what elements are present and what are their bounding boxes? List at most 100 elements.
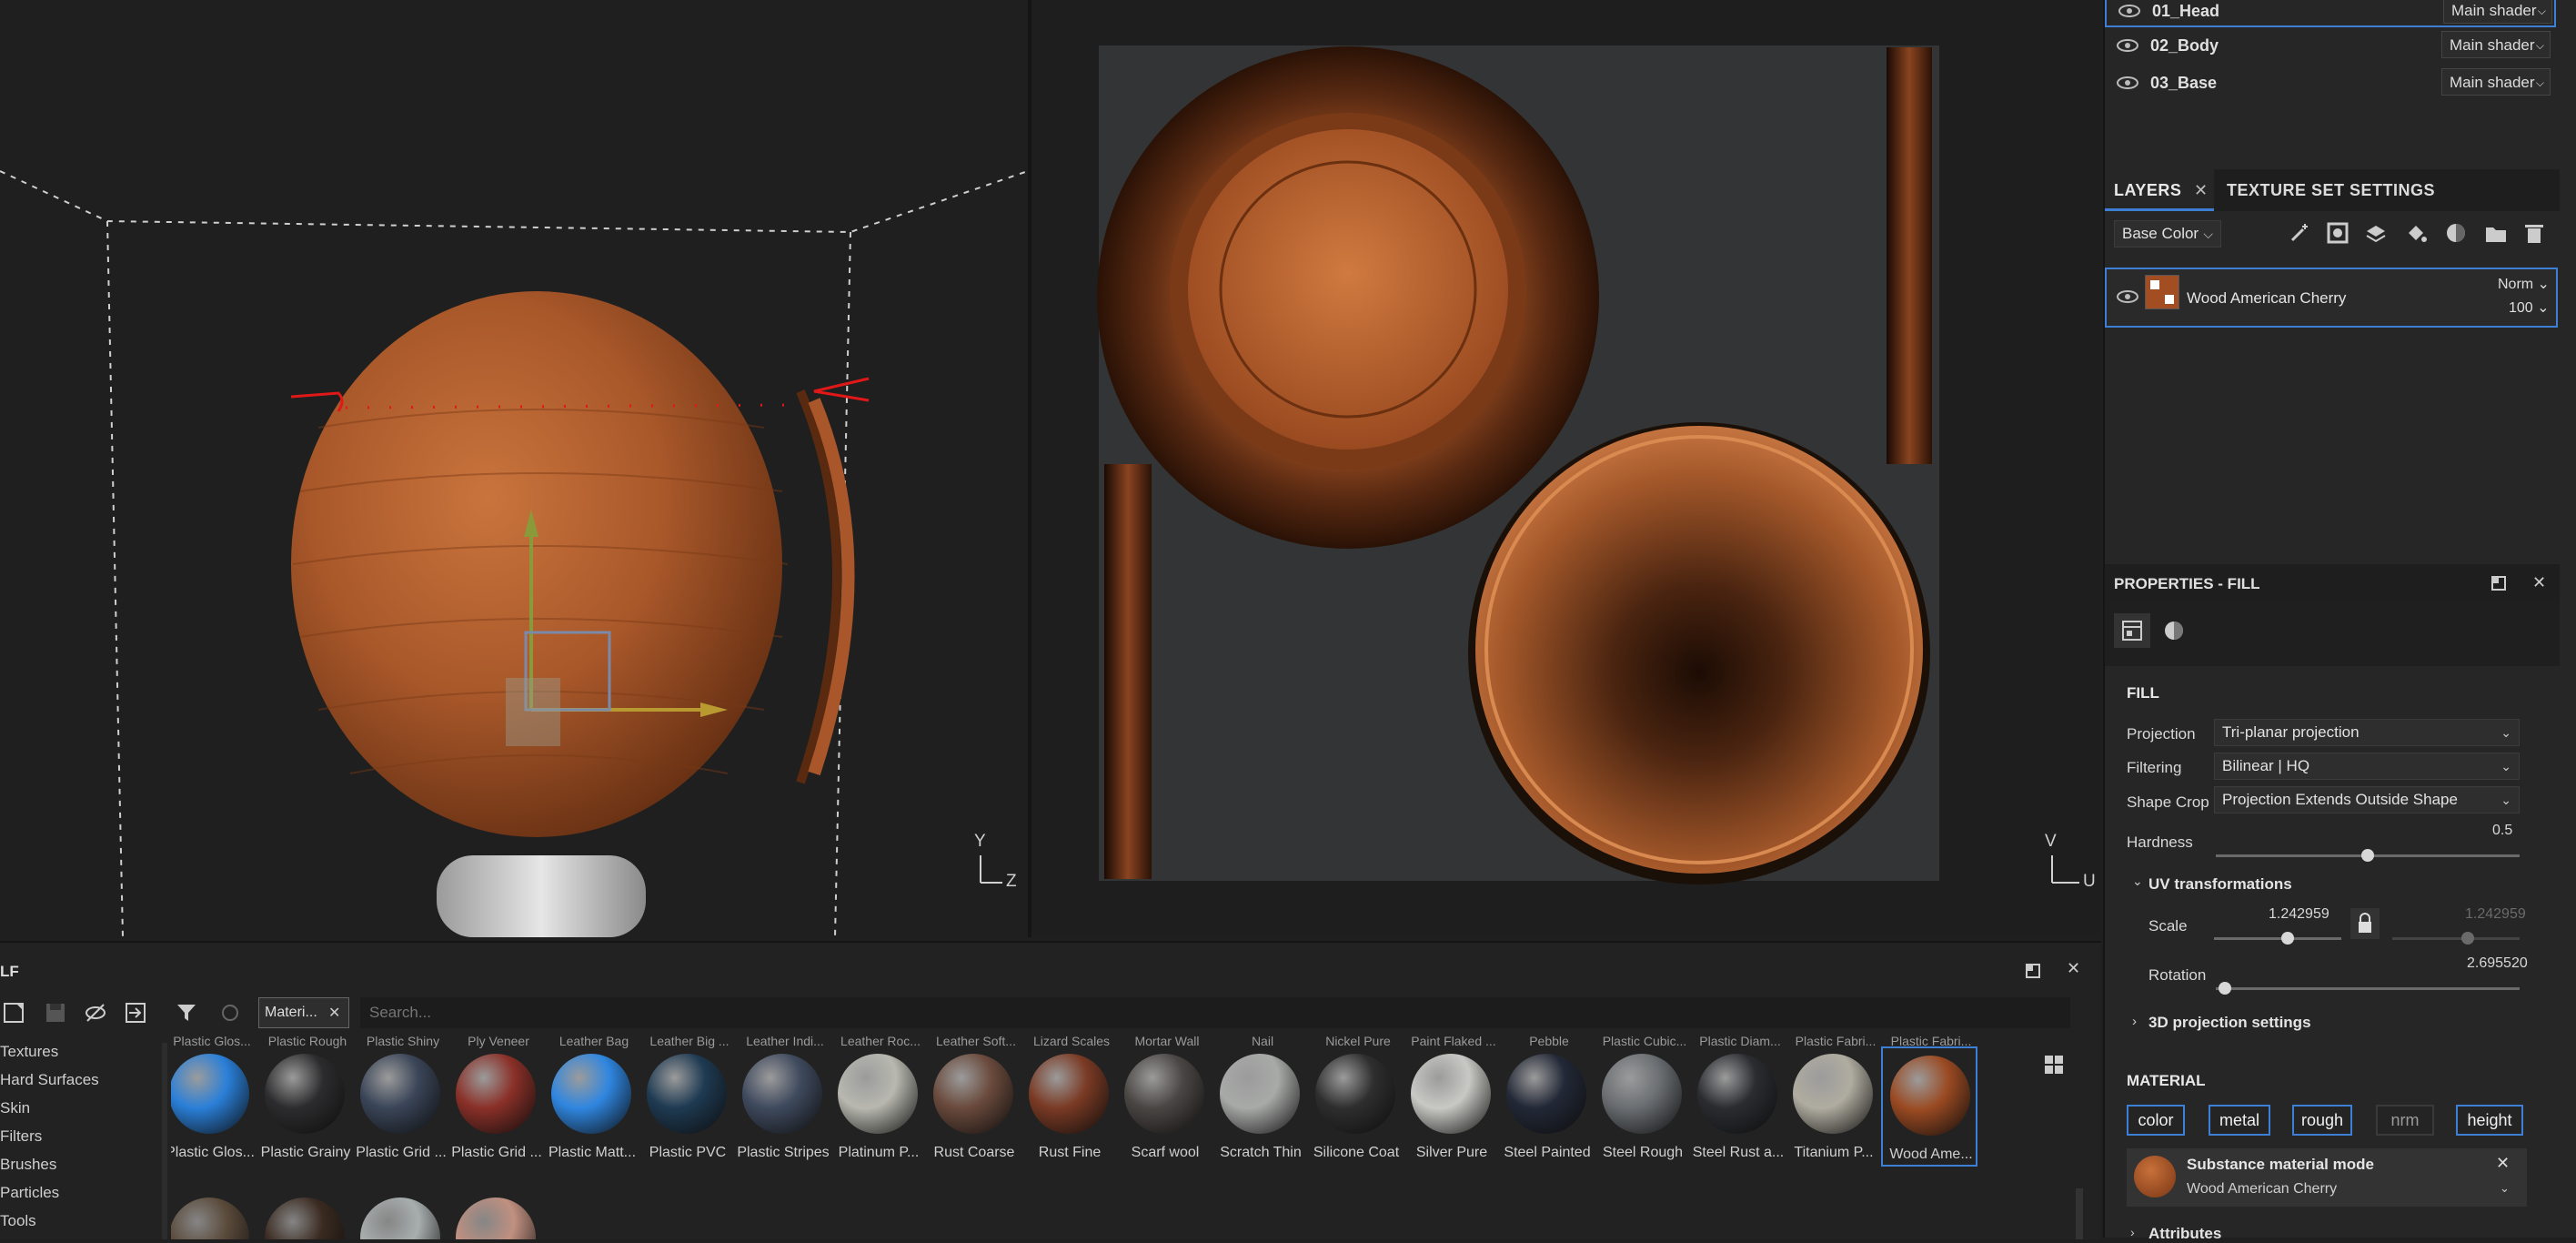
category-scrollbar[interactable] bbox=[162, 1043, 167, 1239]
shelf-item[interactable]: Rust Fine bbox=[1021, 1046, 1118, 1167]
shelf-item[interactable]: Plastic Stripes bbox=[735, 1046, 831, 1167]
hardness-slider-handle[interactable] bbox=[2361, 849, 2374, 862]
3d-projection-settings-heading[interactable]: 3D projection settings bbox=[2148, 1014, 2311, 1032]
scale-slider-handle[interactable] bbox=[2281, 932, 2294, 945]
shelf-scrollbar[interactable] bbox=[2076, 1188, 2083, 1239]
shelf-item[interactable]: Scratch Thin bbox=[1213, 1046, 1309, 1167]
shelf-item[interactable] bbox=[171, 1198, 249, 1239]
rotation-slider[interactable] bbox=[2216, 987, 2520, 990]
chevron-down-icon[interactable]: ⌄ bbox=[2500, 1181, 2510, 1196]
hardness-value[interactable]: 0.5 bbox=[2492, 823, 2512, 839]
add-effect-icon[interactable] bbox=[2287, 220, 2312, 246]
shelf-item[interactable]: Steel Rough bbox=[1595, 1046, 1691, 1167]
shelf-item[interactable]: Plastic Glos... bbox=[171, 1046, 258, 1167]
maximize-icon[interactable] bbox=[2490, 575, 2507, 591]
shelf-item[interactable] bbox=[360, 1198, 440, 1239]
shelf-item[interactable]: Plastic Grid ... bbox=[448, 1046, 545, 1167]
texture-set-row[interactable]: 02_Body Main shader ⌵ bbox=[2105, 27, 2556, 64]
shelf-item[interactable]: Platinum P... bbox=[830, 1046, 927, 1167]
viewport-2d[interactable]: V U bbox=[1031, 0, 2101, 937]
category-textures[interactable]: Textures bbox=[0, 1043, 58, 1061]
add-folder-icon[interactable] bbox=[2483, 220, 2509, 246]
shelf-item[interactable]: Plastic Grid ... bbox=[353, 1046, 449, 1167]
shelf-filter-tab[interactable]: Materi... ✕ bbox=[258, 997, 349, 1028]
shader-dropdown[interactable]: Main shader ⌵ bbox=[2441, 31, 2551, 58]
add-mask-icon[interactable] bbox=[2325, 220, 2350, 246]
hide-icon[interactable] bbox=[84, 1001, 107, 1025]
channel-toggle-nrm[interactable]: nrm bbox=[2376, 1105, 2434, 1136]
category-filters[interactable]: Filters bbox=[0, 1127, 42, 1146]
delete-layer-icon[interactable] bbox=[2521, 220, 2547, 246]
attributes-heading[interactable]: Attributes bbox=[2148, 1225, 2221, 1243]
viewport-3d[interactable]: Y Z bbox=[0, 0, 1028, 937]
rotation-slider-handle[interactable] bbox=[2218, 982, 2231, 995]
scale-slider[interactable] bbox=[2214, 937, 2341, 940]
shelf-item[interactable]: Plastic Matt... bbox=[544, 1046, 640, 1167]
close-icon[interactable]: ✕ bbox=[328, 1004, 340, 1022]
shelf-item[interactable]: Scarf wool bbox=[1117, 1046, 1213, 1167]
uv-transformations-heading[interactable]: UV transformations bbox=[2148, 875, 2292, 894]
close-icon[interactable]: ✕ bbox=[2194, 169, 2209, 211]
visibility-eye-icon[interactable] bbox=[2116, 289, 2139, 304]
texture-set-row[interactable]: 03_Base Main shader ⌵ bbox=[2105, 65, 2556, 101]
shader-dropdown[interactable]: Main shader ⌵ bbox=[2443, 0, 2552, 24]
category-hard-surfaces[interactable]: Hard Surfaces bbox=[0, 1071, 99, 1089]
shelf-item[interactable]: Silicone Coat bbox=[1308, 1046, 1404, 1167]
shelf-item[interactable]: Silver Pure bbox=[1404, 1046, 1500, 1167]
close-icon[interactable]: ✕ bbox=[2532, 573, 2546, 592]
add-layer-icon[interactable] bbox=[2363, 220, 2389, 246]
channel-dropdown[interactable]: Base Color ⌵ bbox=[2114, 220, 2221, 248]
shelf-item[interactable]: Wood Ame... bbox=[1881, 1046, 1977, 1167]
shelf-item[interactable]: Plastic Grainy bbox=[257, 1046, 354, 1167]
layer-opacity[interactable]: 100 ⌄ bbox=[2509, 298, 2550, 317]
shelf-item[interactable]: Steel Rust a... bbox=[1690, 1046, 1786, 1167]
shelf-item[interactable]: Plastic PVC bbox=[639, 1046, 736, 1167]
channel-toggle-color[interactable]: color bbox=[2127, 1105, 2185, 1136]
visibility-eye-icon[interactable] bbox=[2118, 4, 2141, 18]
filter-icon[interactable] bbox=[175, 1001, 198, 1025]
maximize-icon[interactable] bbox=[2025, 963, 2041, 979]
shape-crop-dropdown[interactable]: Projection Extends Outside Shape ⌄ bbox=[2214, 786, 2520, 814]
shelf-item[interactable]: Rust Coarse bbox=[926, 1046, 1022, 1167]
layer-row[interactable]: Wood American Cherry Norm ⌄ 100 ⌄ bbox=[2105, 268, 2558, 328]
tab-texture-set-settings[interactable]: TEXTURE SET SETTINGS bbox=[2227, 169, 2435, 211]
import-icon[interactable] bbox=[124, 1001, 147, 1025]
shelf-item[interactable] bbox=[265, 1198, 345, 1239]
search-input[interactable] bbox=[360, 997, 2070, 1028]
lock-ratio-button[interactable] bbox=[2350, 908, 2380, 939]
category-skin[interactable]: Skin bbox=[0, 1099, 30, 1117]
rotation-value[interactable]: 2.695520 bbox=[2467, 955, 2528, 972]
filtering-dropdown[interactable]: Bilinear | HQ ⌄ bbox=[2214, 753, 2520, 780]
visibility-eye-icon[interactable] bbox=[2116, 76, 2139, 90]
close-icon[interactable]: ✕ bbox=[2496, 1154, 2510, 1173]
close-icon[interactable]: ✕ bbox=[2067, 959, 2080, 978]
channel-toggle-metal[interactable]: metal bbox=[2209, 1105, 2270, 1136]
tab-layers[interactable]: LAYERS ✕ bbox=[2105, 169, 2214, 211]
save-icon[interactable] bbox=[44, 1001, 67, 1025]
new-document-icon[interactable] bbox=[2, 1001, 25, 1025]
grid-view-icon[interactable] bbox=[2043, 1054, 2065, 1076]
texture-set-row[interactable]: 01_Head Main shader ⌵ bbox=[2105, 0, 2556, 27]
scale-value[interactable]: 1.242959 bbox=[2269, 906, 2329, 923]
clear-filter-icon[interactable] bbox=[220, 1003, 240, 1023]
projection-dropdown[interactable]: Tri-planar projection ⌄ bbox=[2214, 719, 2520, 746]
material-properties-tab[interactable] bbox=[2156, 613, 2192, 648]
shelf-item[interactable] bbox=[456, 1198, 536, 1239]
chevron-right-icon[interactable]: › bbox=[2132, 1014, 2137, 1029]
shader-dropdown[interactable]: Main shader ⌵ bbox=[2441, 68, 2551, 96]
channel-toggle-rough[interactable]: rough bbox=[2292, 1105, 2352, 1136]
blend-mode-dropdown[interactable]: Norm ⌄ bbox=[2498, 275, 2550, 293]
shelf-item[interactable]: Titanium P... bbox=[1786, 1046, 1882, 1167]
category-tools[interactable]: Tools bbox=[0, 1212, 36, 1230]
visibility-eye-icon[interactable] bbox=[2116, 38, 2139, 53]
channel-toggle-height[interactable]: height bbox=[2456, 1105, 2523, 1136]
add-fill-layer-icon[interactable] bbox=[2403, 220, 2429, 246]
chevron-down-icon[interactable]: ⌄ bbox=[2132, 874, 2143, 889]
shelf-item[interactable]: Steel Painted bbox=[1499, 1046, 1595, 1167]
category-brushes[interactable]: Brushes bbox=[0, 1156, 56, 1174]
category-particles[interactable]: Particles bbox=[0, 1184, 59, 1202]
fill-properties-tab[interactable] bbox=[2114, 613, 2150, 648]
material-mode-card[interactable]: Substance material mode Wood American Ch… bbox=[2127, 1148, 2527, 1207]
smart-material-icon[interactable] bbox=[2443, 220, 2469, 246]
material-thumbnail bbox=[1506, 1054, 1586, 1134]
